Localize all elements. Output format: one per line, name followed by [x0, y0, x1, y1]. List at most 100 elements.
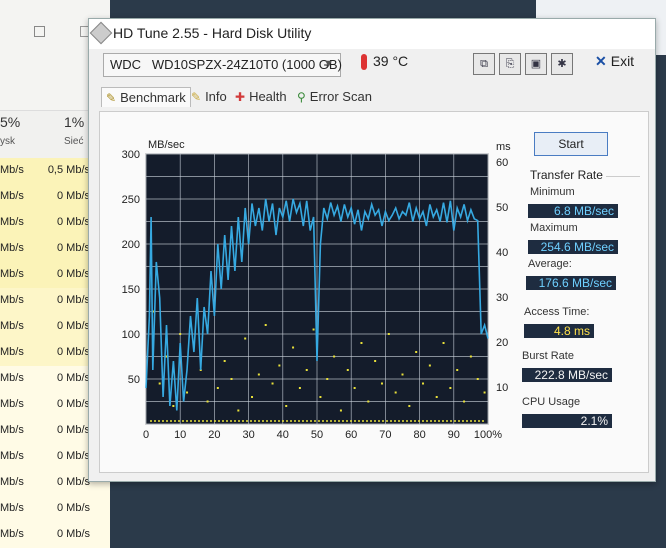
benchmark-panel: MB/sec ms 300 250 200 150 100 50 60 50 40 30 20 10 0 10…	[99, 111, 649, 473]
x-tick-label: 50	[311, 429, 323, 441]
y-right-tick-label: 30	[496, 292, 508, 304]
transfer-rate-title: Transfer Rate	[530, 168, 603, 182]
access-time-point	[476, 378, 479, 380]
x-tick-label: 10	[174, 429, 186, 441]
start-button[interactable]: Start	[534, 132, 608, 156]
access-time-point	[285, 405, 288, 407]
maximum-value: 254.6 MB/sec	[528, 240, 618, 254]
access-time-point	[401, 373, 404, 376]
drive-select[interactable]: WDC WD10SPZX-24Z10T0 (1000 GB) ▼	[103, 53, 342, 77]
access-time-point	[380, 382, 383, 385]
access-time-point	[244, 337, 247, 340]
app-icon	[89, 21, 113, 45]
y-right-tick-label: 60	[496, 157, 508, 169]
disk-cell: Mb/s	[0, 398, 24, 410]
tab-error-scan[interactable]: ⚲ Error Scan	[293, 87, 376, 106]
y-left-tick-label: 250	[122, 194, 140, 206]
access-time-point	[186, 391, 189, 394]
y-left-tick-label: 150	[122, 284, 140, 296]
y-left-tick-label: 50	[128, 374, 140, 386]
access-time-point	[278, 364, 281, 367]
x-tick-label: 100%	[474, 429, 502, 441]
disk-cell: Mb/s	[0, 424, 24, 436]
options-icon[interactable]: ✱	[551, 53, 573, 75]
access-time-point	[216, 387, 219, 389]
access-time-point	[206, 400, 209, 403]
network-cell: 0 Mb/s	[56, 476, 90, 488]
network-cell: 0 Mb/s	[56, 398, 90, 410]
info-icon: ✎	[191, 90, 202, 104]
cpu-usage-value: 2.1%	[522, 414, 612, 428]
access-time-point	[312, 328, 315, 331]
disk-cell: Mb/s	[0, 216, 24, 228]
temperature-value: 39 °C	[373, 53, 409, 69]
title-bar[interactable]: HD Tune 2.55 - Hard Disk Utility	[89, 19, 655, 49]
network-cell: 0 Mb/s	[56, 190, 90, 202]
disk-cell: Mb/s	[0, 450, 24, 462]
access-time-point	[367, 400, 370, 403]
access-time-point	[339, 409, 342, 412]
minimum-label: Minimum	[530, 186, 575, 198]
y-right-tick-label: 10	[496, 382, 508, 394]
access-time-point	[305, 369, 308, 371]
magnifier-icon: ⚲	[297, 90, 306, 104]
network-percent: 1%	[64, 114, 85, 130]
disk-column-header[interactable]: ysk	[0, 136, 15, 147]
y-right-tick-label: 50	[496, 202, 508, 214]
y-left-tick-label: 200	[122, 239, 140, 251]
chevron-down-icon[interactable]: ▼	[323, 58, 334, 70]
y-left-tick-label: 100	[122, 329, 140, 341]
exit-button[interactable]: ✕ Exit	[595, 53, 634, 70]
copy-info-icon[interactable]: ⎘	[499, 53, 521, 75]
tab-bar: ✎ Benchmark ✎ Info ✚ Health ⚲ Error Scan	[89, 83, 655, 109]
network-cell: 0 Mb/s	[56, 294, 90, 306]
minimum-value: 6.8 MB/sec	[528, 204, 618, 218]
toolbar: WDC WD10SPZX-24Z10T0 (1000 GB) ▼ 39 °C ⧉…	[89, 49, 655, 83]
network-cell: 0 Mb/s	[56, 450, 90, 462]
access-time-point	[360, 342, 363, 344]
x-tick-label: 70	[379, 429, 391, 441]
table-row[interactable]: Mb/s 0 Mb/s	[0, 522, 110, 548]
access-time-point	[387, 333, 390, 335]
access-time-label: Access Time:	[524, 306, 590, 318]
window-title: HD Tune 2.55 - Hard Disk Utility	[113, 25, 312, 41]
chart-svg: MB/sec ms300250200150100506050403020100 10…	[122, 139, 512, 441]
tab-info[interactable]: ✎ Info	[187, 87, 231, 106]
access-time-point	[394, 391, 397, 394]
network-column-header[interactable]: Sieć	[64, 136, 83, 147]
access-time-point	[415, 351, 418, 353]
access-time-value: 4.8 ms	[524, 324, 594, 338]
hdtune-window: HD Tune 2.55 - Hard Disk Utility WDC WD1…	[88, 18, 656, 482]
access-time-point	[353, 387, 356, 389]
access-time-point	[442, 342, 445, 344]
access-time-point	[292, 346, 295, 349]
copy-icon[interactable]: ⧉	[473, 53, 495, 75]
access-time-point	[179, 333, 182, 335]
access-time-point	[237, 409, 240, 412]
access-time-point	[158, 382, 161, 385]
y-right-tick-label: 20	[496, 337, 508, 349]
disk-cell: Mb/s	[0, 528, 24, 540]
disk-cell: Mb/s	[0, 502, 24, 514]
drive-model: WD10SPZX-24Z10T0 (1000 GB)	[151, 57, 342, 72]
network-cell: 0,5 Mb/s	[47, 164, 90, 176]
access-time-point	[333, 355, 336, 358]
network-cell: 0 Mb/s	[56, 320, 90, 332]
tab-health[interactable]: ✚ Health	[231, 87, 291, 106]
exit-label: Exit	[610, 53, 635, 69]
results-panel: Start Transfer Rate Minimum 6.8 MB/sec M…	[522, 112, 646, 462]
network-cell: 0 Mb/s	[56, 216, 90, 228]
access-time-point	[319, 396, 322, 398]
tab-benchmark[interactable]: ✎ Benchmark	[101, 87, 191, 107]
disk-cell: Mb/s	[0, 268, 24, 280]
group-divider	[606, 176, 640, 177]
thermometer-icon	[361, 54, 367, 71]
network-cell: 0 Mb/s	[56, 268, 90, 280]
disk-percent: 5%	[0, 114, 21, 130]
save-icon[interactable]: ▣	[525, 53, 547, 75]
benchmark-icon: ✎	[106, 91, 117, 105]
restore-icon[interactable]	[34, 26, 45, 37]
access-time-point	[483, 391, 486, 394]
disk-cell: Mb/s	[0, 476, 24, 488]
network-cell: 0 Mb/s	[56, 528, 90, 540]
